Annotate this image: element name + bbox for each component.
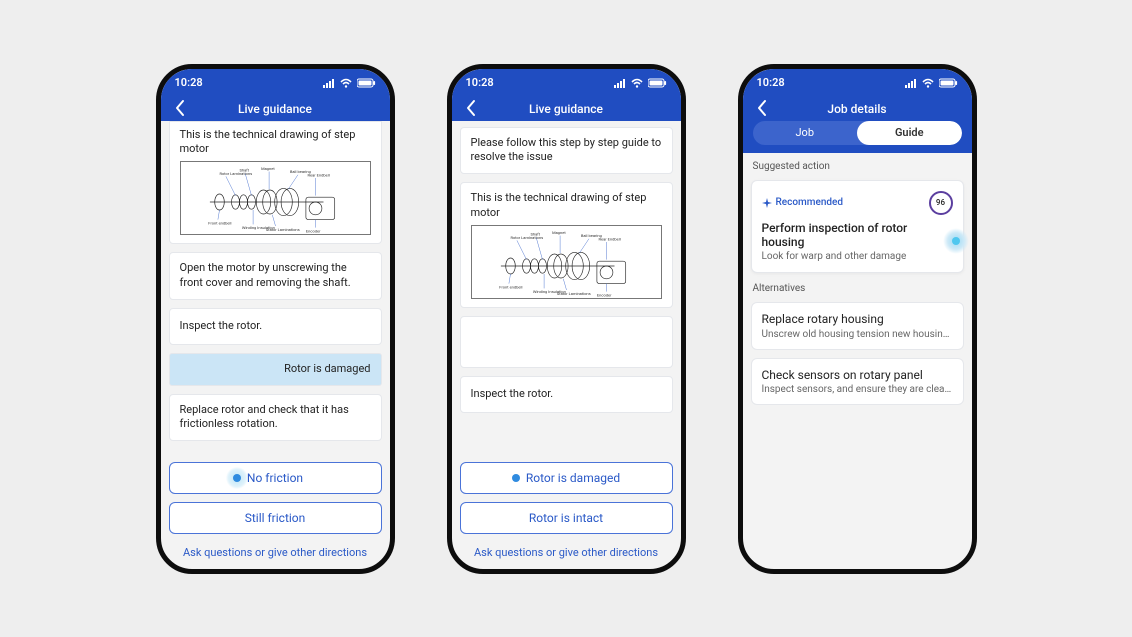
option-rotor-damaged-button[interactable]: Rotor is damaged [460, 462, 673, 494]
phone-3: 10:28 Job details Job Guide Suggested ac… [738, 64, 977, 574]
chevron-left-icon [463, 99, 479, 117]
message-step-inspect: Inspect the rotor. [169, 308, 382, 345]
wifi-icon [922, 78, 934, 88]
status-time: 10:28 [757, 76, 785, 89]
message-text: Open the motor by unscrewing the front c… [180, 261, 351, 289]
screen-content: Please follow this step by step guide to… [452, 121, 681, 569]
screen-content: Suggested action Recommended 96 Perform … [743, 153, 972, 569]
recommended-subtitle: Look for warp and other damage [762, 251, 953, 262]
signal-icon [614, 78, 626, 88]
signal-icon [905, 78, 917, 88]
button-label: Rotor is damaged [526, 471, 620, 485]
message-step-inspect: Inspect the rotor. [460, 376, 673, 413]
message-step-replace: Replace rotor and check that it has fric… [169, 394, 382, 442]
recommended-badge: Recommended [762, 197, 844, 208]
alternative-title: Replace rotary housing [762, 312, 953, 326]
page-title: Live guidance [529, 102, 603, 116]
message-text: This is the technical drawing of step mo… [471, 191, 662, 221]
message-placeholder [460, 316, 673, 368]
technical-drawing [471, 225, 662, 299]
back-button[interactable] [753, 99, 771, 117]
status-icons [323, 78, 376, 88]
alternative-card-2[interactable]: Check sensors on rotary panel Inspect se… [751, 358, 964, 405]
message-text: Please follow this step by step guide to… [471, 136, 662, 164]
status-icons [905, 78, 958, 88]
status-time: 10:28 [175, 76, 203, 89]
wifi-icon [340, 78, 352, 88]
wifi-icon [631, 78, 643, 88]
link-label: Ask questions or give other directions [183, 546, 367, 559]
message-step-open: Open the motor by unscrewing the front c… [169, 252, 382, 300]
tab-label: Job [795, 126, 814, 139]
tabs-container: Job Guide [743, 121, 972, 153]
status-bar: 10:28 [452, 69, 681, 97]
score-value: 96 [936, 198, 945, 207]
signal-icon [323, 78, 335, 88]
tab-job[interactable]: Job [753, 121, 858, 145]
link-label: Ask questions or give other directions [474, 546, 658, 559]
message-drawing-intro: This is the technical drawing of step mo… [169, 121, 382, 245]
message-text: Inspect the rotor. [471, 387, 554, 400]
technical-drawing [180, 161, 371, 235]
alternative-subtitle: Unscrew old housing tension new housing … [762, 329, 953, 340]
title-bar: Live guidance [161, 97, 390, 121]
message-text: Replace rotor and check that it has fric… [180, 403, 349, 431]
recommended-action-card[interactable]: Recommended 96 Perform inspection of rot… [751, 180, 964, 274]
battery-icon [939, 78, 958, 88]
button-label: Still friction [245, 511, 306, 525]
status-time: 10:28 [466, 76, 494, 89]
battery-icon [357, 78, 376, 88]
button-label: No friction [247, 471, 303, 485]
message-text: Inspect the rotor. [180, 319, 263, 332]
option-rotor-intact-button[interactable]: Rotor is intact [460, 502, 673, 534]
recommended-title: Perform inspection of rotor housing [762, 221, 953, 250]
highlight-dot-icon [943, 228, 969, 254]
chevron-left-icon [172, 99, 188, 117]
alternative-card-1[interactable]: Replace rotary housing Unscrew old housi… [751, 302, 964, 349]
message-drawing-intro: This is the technical drawing of step mo… [460, 182, 673, 308]
tab-label: Guide [895, 126, 924, 139]
title-bar: Job details [743, 97, 972, 121]
confidence-score: 96 [929, 191, 953, 215]
page-title: Live guidance [238, 102, 312, 116]
ask-questions-link[interactable]: Ask questions or give other directions [460, 542, 673, 561]
badge-label: Recommended [776, 197, 844, 208]
alternative-subtitle: Inspect sensors, and ensure they are cle… [762, 384, 953, 395]
segmented-tabs: Job Guide [753, 121, 962, 145]
highlight-dot-icon [226, 467, 248, 489]
bullet-dot-icon [512, 474, 520, 482]
user-response-selected: Rotor is damaged [169, 353, 382, 386]
status-bar: 10:28 [161, 69, 390, 97]
sparkle-icon [762, 198, 772, 208]
screen-content: This is the technical drawing of step mo… [161, 121, 390, 569]
message-text: This is the technical drawing of step mo… [180, 128, 371, 158]
option-no-friction-button[interactable]: No friction [169, 462, 382, 494]
status-bar: 10:28 [743, 69, 972, 97]
phone-1: 10:28 Live guidance This is the technica… [156, 64, 395, 574]
tab-guide[interactable]: Guide [857, 121, 962, 145]
phone-2: 10:28 Live guidance Please follow this s… [447, 64, 686, 574]
ask-questions-link[interactable]: Ask questions or give other directions [169, 542, 382, 561]
option-still-friction-button[interactable]: Still friction [169, 502, 382, 534]
section-suggested-action: Suggested action [751, 161, 964, 172]
section-alternatives: Alternatives [751, 283, 964, 294]
alternative-title: Check sensors on rotary panel [762, 368, 953, 382]
chevron-left-icon [754, 99, 770, 117]
back-button[interactable] [462, 99, 480, 117]
battery-icon [648, 78, 667, 88]
title-bar: Live guidance [452, 97, 681, 121]
message-text: Rotor is damaged [284, 362, 370, 375]
page-title: Job details [827, 102, 886, 116]
message-follow-guide: Please follow this step by step guide to… [460, 127, 673, 175]
status-icons [614, 78, 667, 88]
back-button[interactable] [171, 99, 189, 117]
button-label: Rotor is intact [529, 511, 603, 525]
